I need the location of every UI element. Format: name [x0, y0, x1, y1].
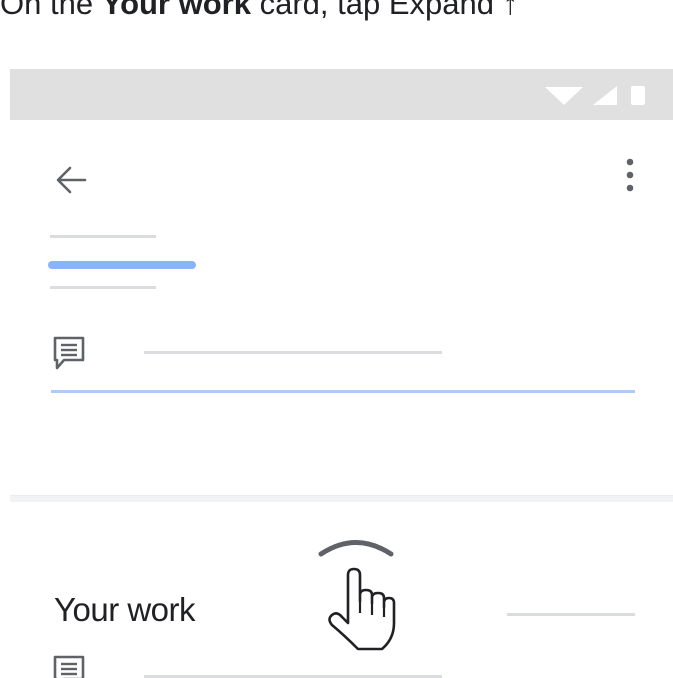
arrow-back-icon[interactable]	[54, 163, 88, 197]
comment-underline	[51, 390, 635, 393]
status-placeholder	[507, 613, 635, 616]
note-icon	[53, 655, 85, 678]
subtitle-placeholder	[50, 286, 156, 289]
card-title: Your work	[54, 591, 196, 628]
signal-icon	[593, 86, 617, 105]
chevron-up-icon[interactable]	[318, 535, 394, 557]
wifi-icon	[545, 87, 583, 105]
comment-placeholder	[144, 351, 442, 354]
battery-icon	[631, 86, 645, 105]
caption-prefix: On the	[0, 0, 102, 21]
caption-arrow: ↑	[502, 0, 519, 21]
more-vert-icon[interactable]	[620, 157, 640, 197]
hand-pointer-icon	[328, 567, 396, 651]
status-icons	[543, 84, 651, 111]
caption-middle: card, tap Expand	[250, 0, 503, 21]
section-divider	[10, 495, 673, 502]
highlighted-placeholder	[48, 261, 196, 269]
status-bar	[10, 69, 673, 120]
note-icon	[53, 336, 85, 370]
instruction-caption: On the Your work card, tap Expand ↑	[0, 0, 518, 22]
caption-card-name: Your work	[101, 0, 251, 21]
title-placeholder	[50, 235, 156, 238]
phone-screen: Your work	[10, 69, 673, 678]
